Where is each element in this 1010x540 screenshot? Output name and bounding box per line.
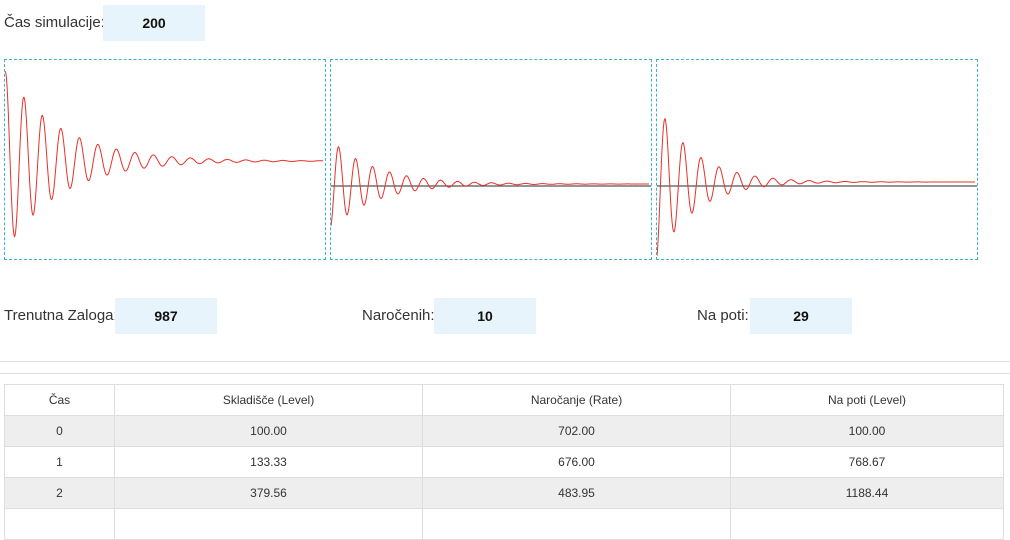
- cell-time: 1: [4, 446, 115, 478]
- cell-ordering: 676.00: [422, 446, 731, 478]
- chart-in-transit-plot: [657, 117, 977, 257]
- cell-time: 2: [4, 477, 115, 509]
- cell-in-transit: [730, 508, 1004, 540]
- current-stock-value: 987: [115, 298, 217, 334]
- cell-warehouse: 133.33: [114, 446, 423, 478]
- in-transit-label: Na poti:: [697, 307, 749, 324]
- header-ordering: Naročanje (Rate): [422, 384, 731, 416]
- table-header-row: Čas Skladišče (Level) Naročanje (Rate) N…: [4, 384, 1004, 416]
- results-table: Čas Skladišče (Level) Naročanje (Rate) N…: [4, 384, 1004, 540]
- cell-ordering: 483.95: [422, 477, 731, 509]
- chart-in-transit-signal: [657, 117, 975, 257]
- chart-in-transit: [656, 59, 978, 260]
- ordered-label: Naročenih:: [362, 307, 435, 324]
- cell-warehouse: [114, 508, 423, 540]
- table-row: 2 379.56 483.95 1188.44: [4, 477, 1004, 509]
- chart-ordering-plot: [331, 145, 651, 226]
- cell-warehouse: 100.00: [114, 415, 423, 447]
- current-stock-label: Trenutna Zaloga:: [4, 307, 118, 324]
- chart-stock-plot: [5, 71, 324, 238]
- table-row: 1 133.33 676.00 768.67: [4, 446, 1004, 478]
- cell-time: [4, 508, 115, 540]
- header-time: Čas: [4, 384, 115, 416]
- separator-top: [0, 361, 1010, 362]
- in-transit-value: 29: [750, 298, 852, 334]
- cell-in-transit: 768.67: [730, 446, 1004, 478]
- cell-in-transit: 100.00: [730, 415, 1004, 447]
- ordered-value: 10: [434, 298, 536, 334]
- chart-stock-signal: [5, 71, 324, 238]
- cell-in-transit: 1188.44: [730, 477, 1004, 509]
- table-row: [4, 508, 1004, 540]
- chart-ordering: [330, 59, 652, 260]
- table-row: 0 100.00 702.00 100.00: [4, 415, 1004, 447]
- simulation-time-label: Čas simulacije:: [4, 14, 105, 31]
- chart-stock: [4, 59, 326, 260]
- cell-warehouse: 379.56: [114, 477, 423, 509]
- header-warehouse: Skladišče (Level): [114, 384, 423, 416]
- cell-ordering: [422, 508, 731, 540]
- header-in-transit: Na poti (Level): [730, 384, 1004, 416]
- cell-ordering: 702.00: [422, 415, 731, 447]
- cell-time: 0: [4, 415, 115, 447]
- separator-bottom: [0, 373, 1010, 374]
- simulation-time-input[interactable]: 200: [103, 5, 205, 41]
